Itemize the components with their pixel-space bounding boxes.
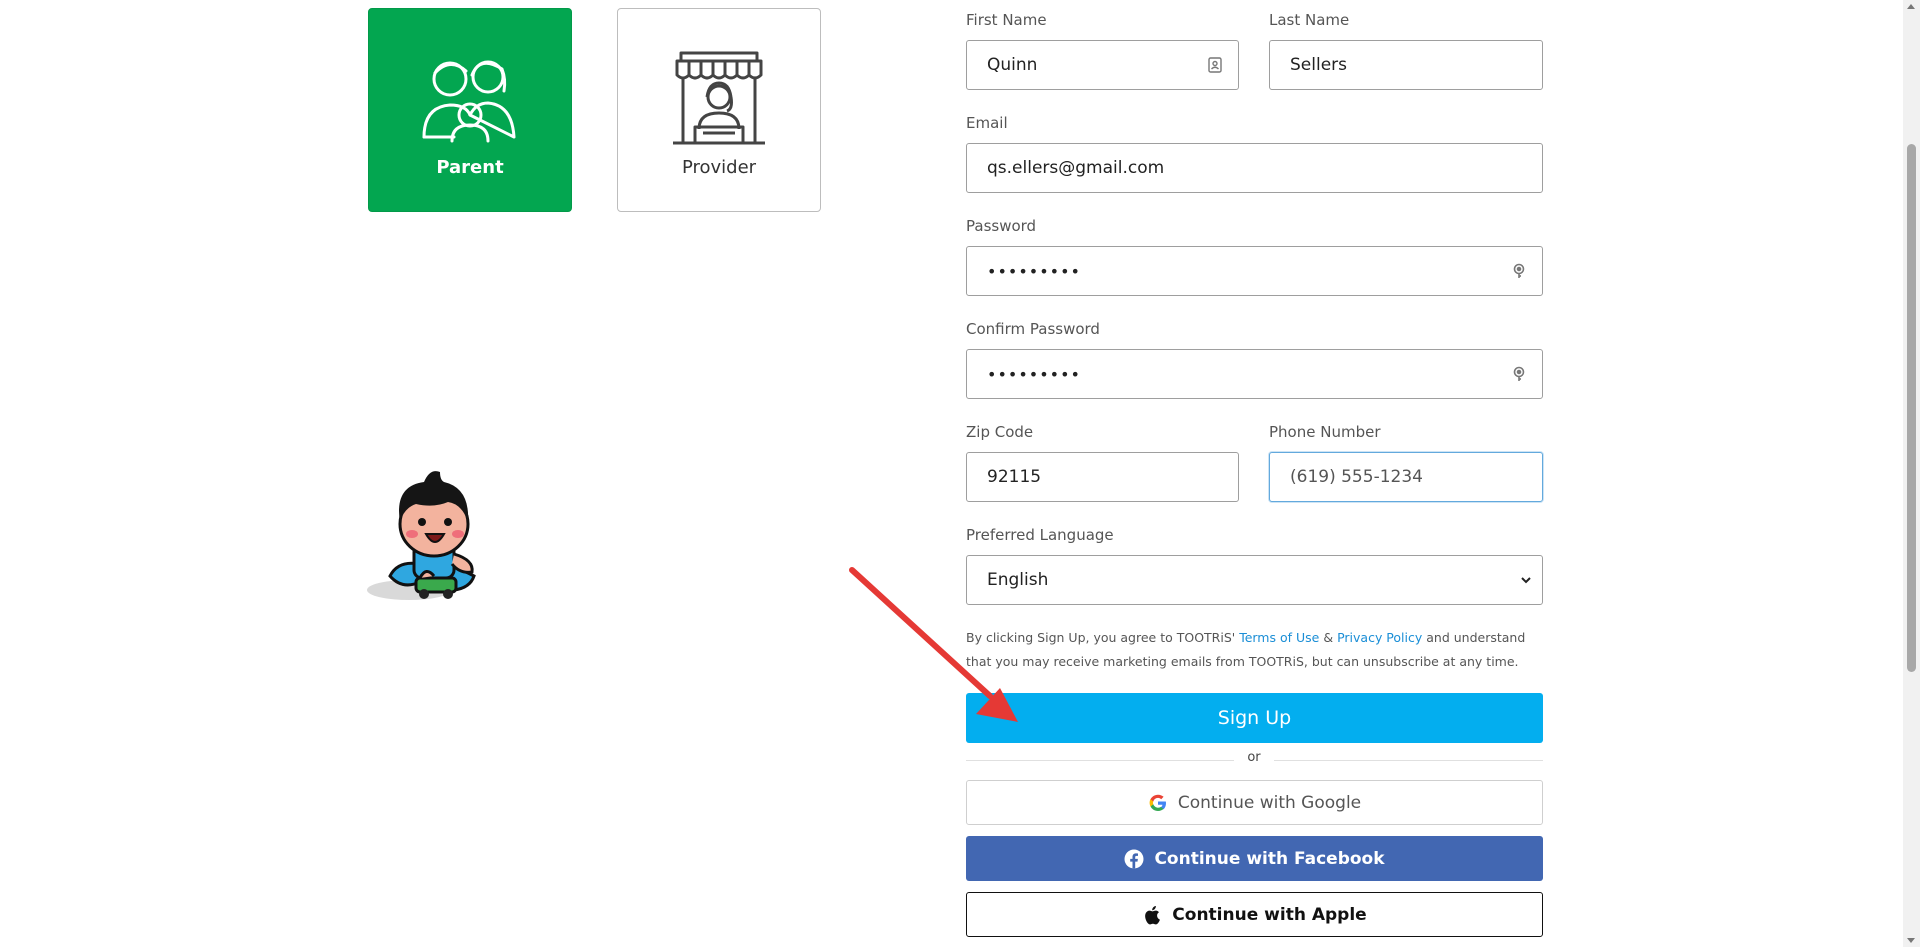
- confirm-password-value: •••••••••: [987, 364, 1081, 384]
- child-mascot-illustration: [367, 471, 476, 600]
- terms-of-use-link[interactable]: Terms of Use: [1239, 630, 1319, 645]
- email-value: qs.ellers@gmail.com: [987, 158, 1165, 178]
- last-name-label: Last Name: [1269, 11, 1350, 29]
- parent-label: Parent: [436, 157, 504, 178]
- apple-icon: [1145, 905, 1161, 924]
- confirm-password-input[interactable]: •••••••••: [966, 349, 1543, 399]
- apple-label: Continue with Apple: [1172, 904, 1367, 925]
- password-value: •••••••••: [987, 261, 1081, 281]
- password-label: Password: [966, 217, 1037, 235]
- last-name-input[interactable]: Sellers: [1269, 40, 1543, 90]
- provider-role-card[interactable]: Provider: [617, 8, 821, 212]
- first-name-label: First Name: [966, 11, 1047, 29]
- zip-code-input[interactable]: 92115: [966, 452, 1239, 502]
- first-name-value: Quinn: [987, 55, 1038, 75]
- password-manager-key-icon[interactable]: [1510, 365, 1528, 383]
- first-name-input[interactable]: Quinn: [966, 40, 1239, 90]
- legal-ampersand: &: [1323, 630, 1334, 645]
- facebook-label: Continue with Facebook: [1154, 848, 1385, 869]
- facebook-icon: [1124, 849, 1144, 868]
- zip-code-label: Zip Code: [966, 423, 1034, 441]
- phone-number-input[interactable]: (619) 555-1234: [1269, 452, 1543, 502]
- storefront-icon: [673, 51, 765, 145]
- family-icon: [422, 60, 516, 143]
- last-name-value: Sellers: [1290, 55, 1348, 75]
- sign-up-button[interactable]: Sign Up: [966, 693, 1543, 743]
- zip-code-value: 92115: [987, 467, 1042, 487]
- privacy-policy-link[interactable]: Privacy Policy: [1337, 630, 1422, 645]
- password-manager-key-icon[interactable]: [1510, 262, 1528, 280]
- contact-card-icon[interactable]: [1206, 56, 1224, 74]
- continue-with-facebook-button[interactable]: Continue with Facebook: [966, 836, 1543, 881]
- provider-label: Provider: [681, 157, 757, 178]
- preferred-language-label: Preferred Language: [966, 526, 1114, 544]
- phone-number-placeholder: (619) 555-1234: [1290, 467, 1423, 487]
- parent-role-card[interactable]: Parent: [368, 8, 572, 212]
- continue-with-google-button[interactable]: Continue with Google: [966, 780, 1543, 825]
- continue-with-apple-button[interactable]: Continue with Apple: [966, 892, 1543, 937]
- scroll-down-arrow-icon[interactable]: [1907, 938, 1915, 943]
- legal-disclaimer: By clicking Sign Up, you agree to TOOTRi…: [966, 626, 1546, 674]
- preferred-language-select[interactable]: English: [966, 555, 1543, 605]
- email-label: Email: [966, 114, 1008, 132]
- google-icon: [1149, 794, 1166, 811]
- annotation-arrow: [849, 567, 1018, 722]
- or-divider-label: or: [1234, 750, 1274, 765]
- page-scrollbar[interactable]: [1903, 0, 1920, 947]
- phone-number-label: Phone Number: [1269, 423, 1381, 441]
- email-input[interactable]: qs.ellers@gmail.com: [966, 143, 1543, 193]
- scrollbar-thumb[interactable]: [1907, 144, 1916, 672]
- chevron-down-icon: [1521, 577, 1531, 584]
- confirm-password-label: Confirm Password: [966, 320, 1100, 338]
- google-label: Continue with Google: [1177, 792, 1362, 813]
- password-input[interactable]: •••••••••: [966, 246, 1543, 296]
- scroll-up-arrow-icon[interactable]: [1907, 4, 1915, 9]
- sign-up-label: Sign Up: [1217, 707, 1292, 729]
